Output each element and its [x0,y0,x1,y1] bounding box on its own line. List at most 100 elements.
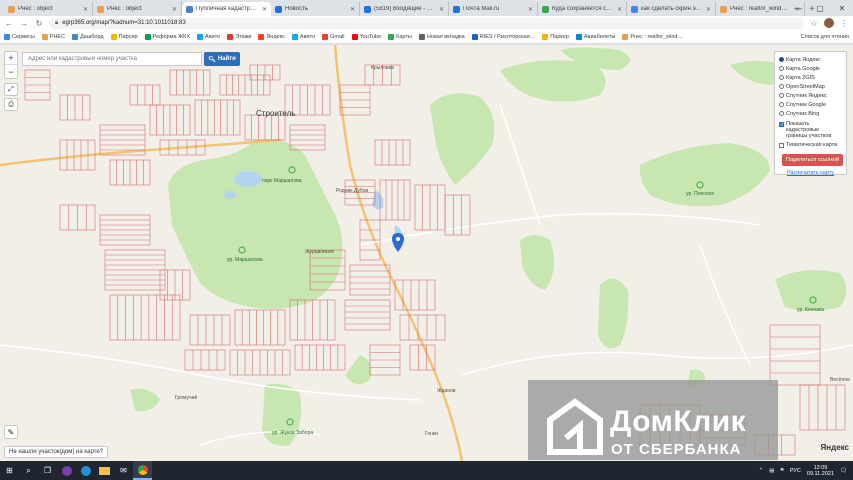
bookmark-item[interactable]: Реформа ЖКХ [144,33,190,40]
clock[interactable]: 12:09 09.11.2021 [807,465,834,477]
draw-button[interactable]: ✎ [4,425,18,439]
share-link-button[interactable]: Поделиться ссылкой [782,154,843,166]
not-found-button[interactable]: Не нашли участок(дом) на карте? [4,446,109,458]
back-icon[interactable]: ← [4,19,14,28]
url-text: egrp365.org/map/?kadnum=31:10:1011018:83 [62,20,186,26]
tab-title: Рнес : object [18,6,53,12]
cadastral-toggle[interactable]: ✓ Показать кадастровые границы участков [779,121,842,139]
browser-tab[interactable]: Куда сохраняется скрин…✕ [538,2,627,16]
measure-tool-button[interactable]: ⤢ [4,83,18,96]
favicon-icon [631,5,638,13]
label-ur-konchaka: ур. Кончака [797,307,824,313]
close-tab-icon[interactable]: ✕ [350,6,355,13]
cadastral-checkbox[interactable]: ✓ [779,122,784,128]
browser-tab[interactable]: Публичная кадастрован…✕ [182,2,271,16]
bookmark-item[interactable]: Авито [197,33,220,40]
close-tab-icon[interactable]: ✕ [172,6,177,13]
bookmark-item[interactable]: Новая вкладка [418,33,465,40]
forward-icon[interactable]: → [19,19,29,28]
basemap-option[interactable]: Спутник Bing [779,109,842,118]
tab-title: (5819) Входящие - Почта… [374,6,436,12]
zoom-in-button[interactable]: + [5,52,17,65]
chrome-icon[interactable] [133,461,152,480]
search-icon[interactable]: ⌕ [19,461,38,480]
task-view-icon[interactable]: ❐ [38,461,57,480]
bookmark-item[interactable]: Сервисы [4,33,35,40]
basemap-option[interactable]: OpenStreetMap [779,82,842,91]
address-bar[interactable]: 🔒︎ egrp365.org/map/?kadnum=31:10:1011018… [49,17,804,29]
reload-icon[interactable]: ↻ [34,19,44,28]
avatar[interactable] [824,18,834,28]
network-icon[interactable]: ▤ [769,468,774,474]
browser-tab[interactable]: (5819) Входящие - Почта…✕ [360,2,449,16]
browser-tab[interactable]: Рнес : object ✕ [93,2,182,16]
bookmark-favicon-icon [227,33,234,40]
language-indicator[interactable]: РУС [790,468,801,474]
radio-button[interactable] [779,57,784,62]
favicon-icon [275,5,282,13]
radio-button[interactable] [779,102,784,107]
map-area[interactable]: Строитель Журавлиное Родник Дубов Гремуч… [0,45,853,461]
tab-title: Рнес : object [107,6,142,12]
radio-button[interactable] [779,84,784,89]
bookmark-item[interactable]: Паркер [542,33,569,40]
close-window-icon[interactable]: ✕ [831,0,853,16]
browser-tab[interactable]: Почта Mail.ru ✕ [449,2,538,16]
viber-icon[interactable] [57,461,76,480]
bookmark-item[interactable]: RIES / Риэлторская… [471,33,535,40]
browser-tab[interactable]: Новость ✕ [271,2,360,16]
close-tab-icon[interactable]: ✕ [83,6,88,13]
bookmark-item[interactable]: Рнес : realtor_wind… [622,33,683,40]
close-tab-icon[interactable]: ✕ [528,6,533,13]
thematic-checkbox[interactable] [779,143,784,148]
close-tab-icon[interactable]: ✕ [439,6,444,13]
location-pin-icon[interactable] [392,233,404,252]
reading-list[interactable]: Список для чтения [801,34,849,40]
search-button[interactable]: 🔍︎ Найти [204,52,240,66]
bookmark-favicon-icon [291,33,298,40]
edge-icon[interactable] [76,461,95,480]
bookmark-item[interactable]: Gmail [322,33,345,40]
mail-icon[interactable]: ✉ [114,461,133,480]
file-explorer-icon[interactable] [95,461,114,480]
basemap-option[interactable]: Карта 2GIS [779,73,842,82]
radio-button[interactable] [779,111,784,116]
bookmark-item[interactable]: Авиабилеты [575,33,615,40]
bookmark-item[interactable]: Авито [291,33,315,40]
bookmark-label: Дашборд [80,33,104,40]
notifications-icon[interactable]: 🗨︎ [840,468,847,474]
minimize-icon[interactable]: — [787,0,809,16]
close-tab-icon[interactable]: ✕ [617,6,622,13]
close-tab-icon[interactable]: ✕ [706,6,711,13]
maximize-icon[interactable]: ▢ [809,0,831,16]
star-icon[interactable]: ☆ [809,19,819,28]
bookmark-item[interactable]: РНЕС [41,33,65,40]
zoom-out-button[interactable]: − [5,65,17,78]
thematic-toggle[interactable]: Тематическая карта [779,142,842,148]
radio-button[interactable] [779,75,784,80]
bookmark-item[interactable]: Парсер [110,33,138,40]
menu-icon[interactable]: ⋮ [839,19,849,28]
chevron-up-icon[interactable]: ⌃ [759,468,764,474]
basemap-option[interactable]: Карта Яндекс [779,55,842,64]
radio-button[interactable] [779,93,784,98]
bookmark-item[interactable]: Яндекс [258,33,285,40]
yandex-logo: Яндекс [820,443,849,452]
bookmark-item[interactable]: Дашборд [72,33,104,40]
windows-start-icon[interactable]: ⊞ [0,461,19,480]
bookmark-item[interactable]: Карты [388,33,412,40]
print-map-link[interactable]: Распечатать карту [779,170,842,176]
browser-tab[interactable]: Рнес : object ✕ [4,2,93,16]
bookmark-item[interactable]: Этажи [227,33,251,40]
print-tool-button[interactable]: ⎙ [4,98,18,111]
address-search-input[interactable] [22,52,202,66]
volume-icon[interactable]: 🔊︎ [780,467,783,474]
basemap-option[interactable]: Спутник Яндекс [779,91,842,100]
basemap-option[interactable]: Карта Google [779,64,842,73]
bookmark-item[interactable]: YouTube [351,33,381,40]
close-tab-icon[interactable]: ✕ [262,6,267,13]
radio-button[interactable] [779,66,784,71]
basemap-option[interactable]: Спутник Google [779,100,842,109]
browser-tab[interactable]: как сделать скрин экрана…✕ [627,2,716,16]
bookmark-favicon-icon [72,33,79,40]
